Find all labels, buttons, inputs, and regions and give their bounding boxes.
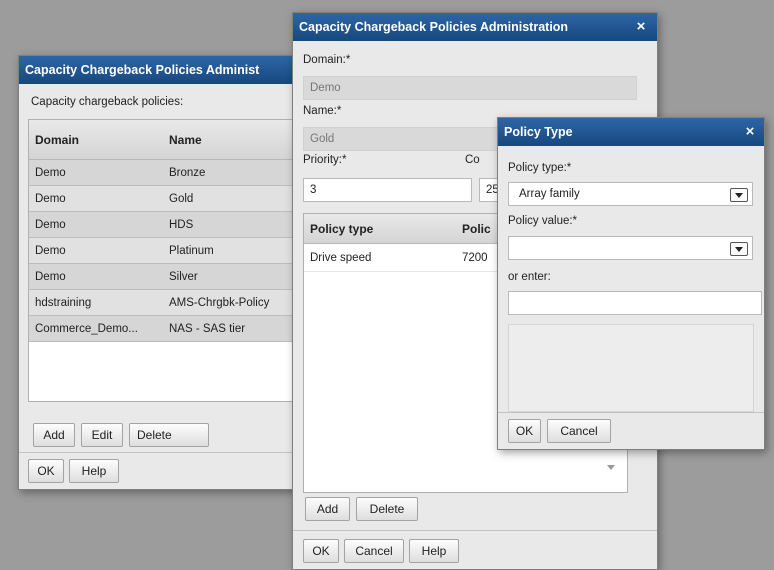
domain-cell: Demo [35,219,66,231]
policy-type-selected-value: Array family [519,188,580,200]
policies-list-dialog: Capacity Chargeback Policies Administ Ca… [18,55,318,490]
table-row[interactable]: Commerce_Demo... NAS - SAS tier [29,316,317,342]
co-label: Co [465,154,480,166]
table-row[interactable]: Demo Gold [29,186,317,212]
policies-table: Domain Name Demo Bronze Demo Gold Demo HDS Dem… [28,119,318,402]
table-row[interactable]: Demo HDS [29,212,317,238]
policies-list-dialog-title[interactable]: Capacity Chargeback Policies Administ [19,56,317,84]
name-field[interactable]: Gold [303,127,499,151]
column-header-domain[interactable]: Domain [29,120,163,159]
table-row[interactable]: Demo Platinum [29,238,317,264]
values-list[interactable] [508,324,754,412]
ok-button[interactable]: OK [508,419,541,443]
edit-policy-button[interactable]: Edit [81,423,123,447]
domain-field[interactable]: Demo [303,76,637,100]
policy-type-select[interactable]: Array family [508,182,753,206]
policy-edit-dialog-title[interactable]: Capacity Chargeback Policies Administrat… [293,13,657,41]
policy-type-dialog-title[interactable]: Policy Type [498,118,764,146]
policy-type-label: Policy type:* [508,162,572,174]
divider [19,452,317,453]
delete-policy-button[interactable]: Delete [129,423,209,447]
policy-value-label: Policy value:* [508,215,578,227]
ok-button[interactable]: OK [303,539,339,563]
close-icon[interactable]: × [631,17,651,37]
or-enter-label: or enter: [508,271,551,283]
policies-table-header: Domain Name [29,120,317,160]
policy-value-select[interactable] [508,236,753,260]
chevron-down-icon[interactable] [730,188,748,202]
domain-cell: Demo [35,245,66,257]
add-policy-button[interactable]: Add [33,423,75,447]
domain-cell: Demo [35,193,66,205]
or-enter-input[interactable] [508,291,762,315]
help-button[interactable]: Help [409,539,459,563]
domain-cell: Commerce_Demo... [35,323,138,335]
cancel-button[interactable]: Cancel [547,419,611,443]
domain-label: Domain:* [303,54,351,66]
table-row[interactable]: Demo Silver [29,264,317,290]
chevron-down-icon[interactable] [730,242,748,256]
priority-field[interactable]: 3 [303,178,472,202]
policy-type-dialog: Policy Type × Policy type:* Array family… [497,117,765,450]
name-label: Name:* [303,105,342,117]
ok-button[interactable]: OK [28,459,64,483]
policy-type-cell: Drive speed [310,252,372,264]
column-header-policy-type[interactable]: Policy type [304,214,456,243]
help-button[interactable]: Help [69,459,119,483]
domain-cell: hdstraining [35,297,92,309]
close-icon[interactable]: × [740,122,760,142]
table-row[interactable]: hdstraining AMS-Chrgbk-Policy [29,290,317,316]
divider [498,412,764,413]
policies-list-label: Capacity chargeback policies: [31,96,184,108]
domain-cell: Demo [35,167,66,179]
divider [293,530,657,531]
scroll-down-icon[interactable] [607,465,615,470]
priority-label: Priority:* [303,154,347,166]
domain-cell: Demo [35,271,66,283]
delete-type-button[interactable]: Delete [356,497,418,521]
add-type-button[interactable]: Add [305,497,350,521]
cancel-button[interactable]: Cancel [344,539,404,563]
table-row[interactable]: Demo Bronze [29,160,317,186]
